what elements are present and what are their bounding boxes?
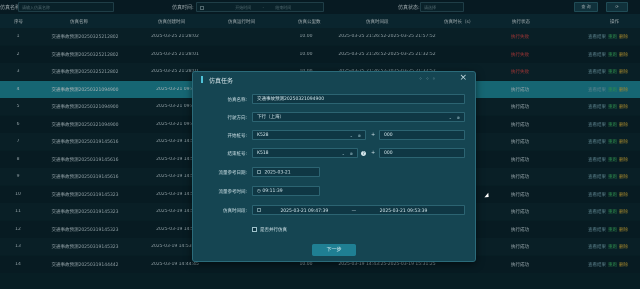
clear-icon[interactable]: ⊗ bbox=[457, 115, 460, 120]
direction-label: 行驶方向: bbox=[227, 116, 247, 121]
drag-handle-icon[interactable]: ⁘ ⁘ ⁘ bbox=[419, 76, 437, 81]
parallel-label: 是否并行仿真 bbox=[260, 228, 287, 233]
chevron-down-icon: ⌄ bbox=[448, 115, 452, 120]
plus-sign: + bbox=[371, 132, 376, 138]
parallel-checkbox[interactable] bbox=[252, 227, 257, 232]
ref-date-value: 2025-03-21 bbox=[264, 170, 291, 176]
sim-time-label: 仿真时间段: bbox=[222, 209, 247, 214]
next-step-button[interactable]: 下一步 bbox=[312, 244, 356, 256]
ref-time-picker[interactable]: ◷ 09:11:39 bbox=[252, 186, 320, 196]
direction-value: 下行（上海） bbox=[257, 115, 284, 120]
end-stake-value: K518 bbox=[257, 151, 269, 156]
sim-name-input[interactable]: 交通事故预测20250321094900 bbox=[252, 94, 465, 104]
ref-date-picker[interactable]: 2025-03-21 bbox=[252, 167, 320, 177]
help-icon[interactable]: ? bbox=[361, 151, 366, 156]
direction-select[interactable]: 下行（上海） ⌄ ⊗ bbox=[252, 112, 465, 122]
sim-time-range-picker[interactable]: 2025-03-21 09:47:39 — 2025-03-21 09:53:3… bbox=[252, 205, 465, 215]
start-stake-value: K528 bbox=[257, 133, 269, 138]
end-offset-input[interactable]: 000 bbox=[379, 148, 465, 158]
dialog-title: 仿真任务 bbox=[209, 78, 234, 85]
chevron-down-icon: ⌄ bbox=[341, 151, 345, 156]
title-marker bbox=[201, 76, 203, 83]
ref-time-value: 09:11:39 bbox=[262, 189, 283, 194]
clear-icon[interactable]: ⊗ bbox=[358, 133, 361, 138]
calendar-icon bbox=[257, 170, 261, 174]
close-icon[interactable]: × bbox=[459, 74, 467, 83]
sim-time-start: 2025-03-21 09:47:39 bbox=[280, 208, 329, 214]
simulation-task-dialog: 仿真任务 ⁘ ⁘ ⁘ × 仿真名称: 交通事故预测20250321094900 … bbox=[192, 71, 476, 262]
start-stake-label: 开始桩号: bbox=[227, 134, 247, 139]
sim-time-separator: — bbox=[351, 208, 357, 214]
calendar-icon bbox=[257, 208, 261, 212]
dialog-header: 仿真任务 ⁘ ⁘ ⁘ × bbox=[193, 72, 475, 87]
end-stake-label: 结束桩号: bbox=[227, 152, 247, 157]
start-offset-input[interactable]: 000 bbox=[379, 130, 465, 140]
chevron-down-icon: ⌄ bbox=[349, 133, 353, 138]
ref-time-label: 流量参考时间: bbox=[218, 190, 247, 195]
sim-time-end: 2025-03-21 09:53:39 bbox=[379, 208, 428, 214]
plus-sign: + bbox=[371, 150, 376, 156]
clock-icon: ◷ bbox=[257, 189, 261, 194]
sim-name-label: 仿真名称: bbox=[227, 98, 247, 103]
end-stake-select[interactable]: K518 ⌄ ⊗ bbox=[252, 148, 358, 158]
start-stake-select[interactable]: K528 ⌄ ⊗ bbox=[252, 130, 366, 140]
ref-date-label: 流量参考日期: bbox=[218, 171, 247, 176]
clear-icon[interactable]: ⊗ bbox=[350, 151, 353, 156]
